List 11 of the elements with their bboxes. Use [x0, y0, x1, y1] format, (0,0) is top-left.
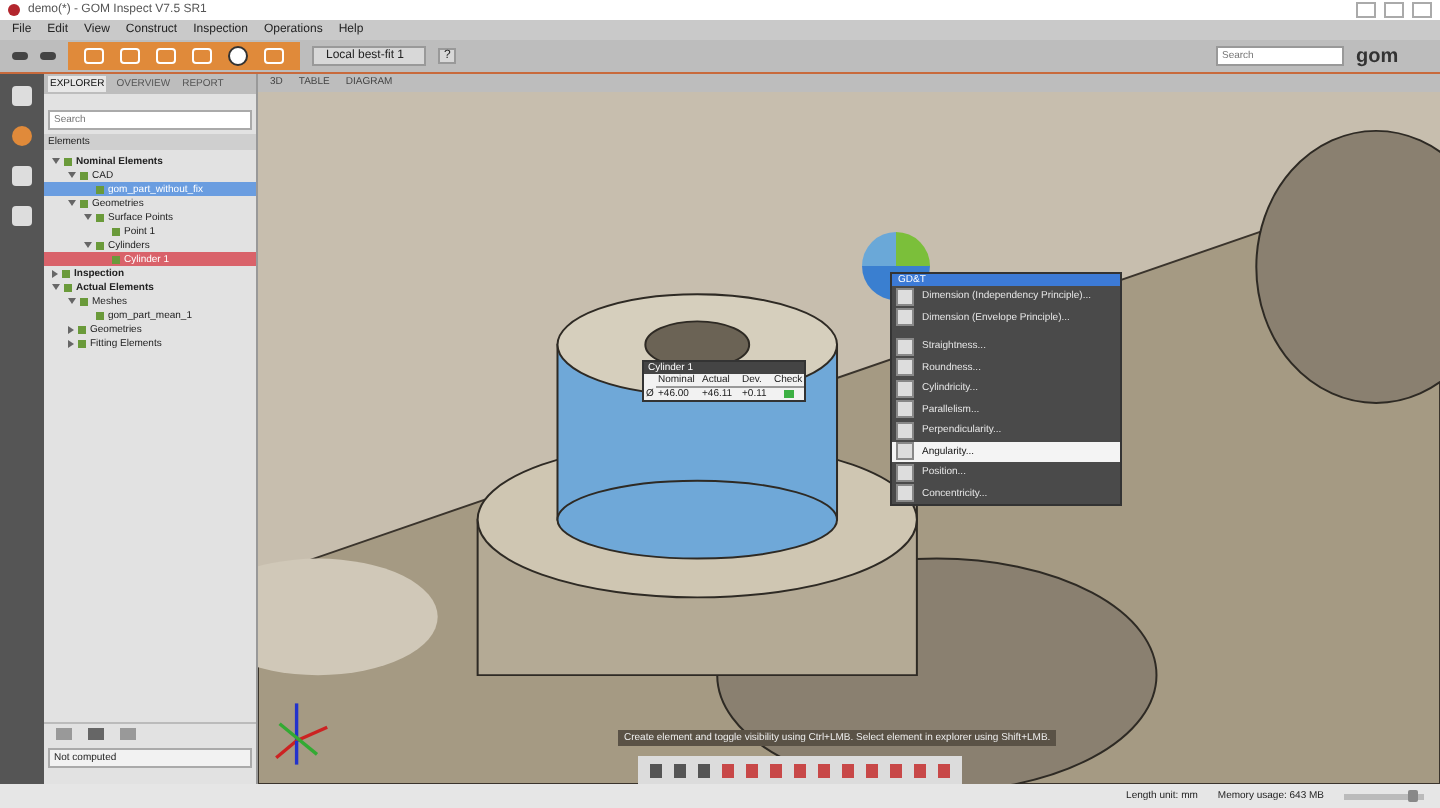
home-icon[interactable] — [12, 86, 32, 106]
tool-icon[interactable] — [264, 48, 284, 64]
undo-icon[interactable] — [12, 52, 28, 60]
slider-handle[interactable] — [1408, 790, 1419, 802]
redo-icon[interactable] — [40, 52, 56, 60]
logo: gom — [1356, 45, 1401, 67]
search-icon[interactable] — [228, 46, 248, 66]
minimize-button[interactable] — [1356, 2, 1376, 18]
app-icon — [8, 4, 20, 16]
maximize-button[interactable] — [1384, 2, 1404, 18]
close-button[interactable] — [1412, 2, 1432, 18]
